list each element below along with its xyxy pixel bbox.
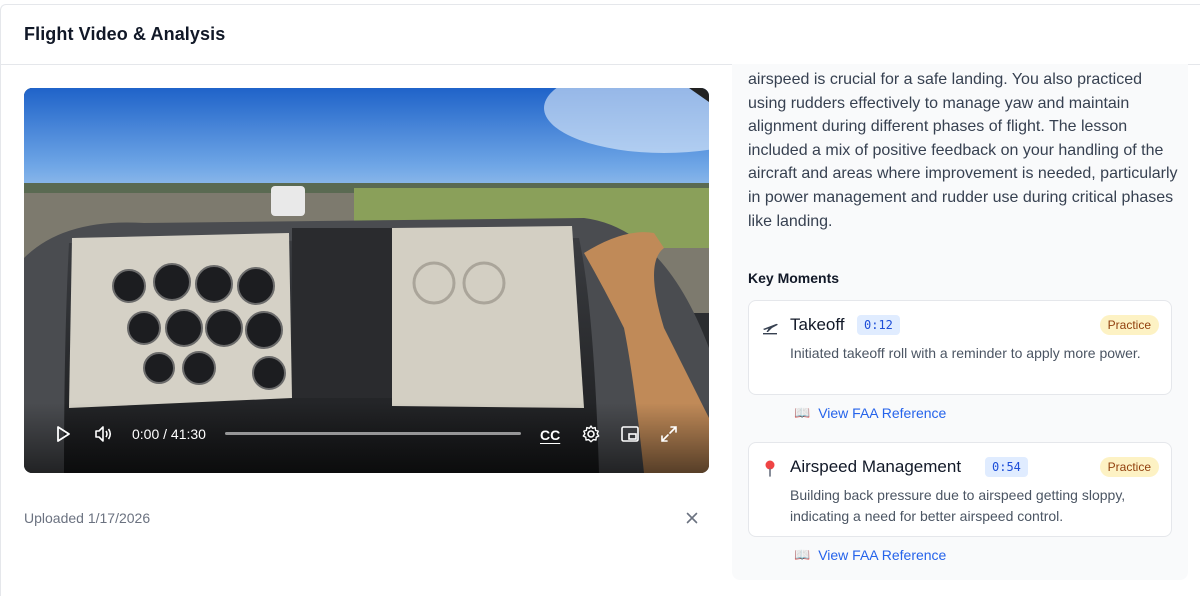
moment-timestamp[interactable]: 0:12	[857, 315, 900, 335]
key-moment-card[interactable]: Airspeed Management 0:54 Practice Buildi…	[748, 442, 1172, 537]
analysis-panel[interactable]: airspeed is crucial for a safe landing. …	[732, 64, 1188, 580]
moment-timestamp[interactable]: 0:54	[985, 457, 1028, 477]
pushpin-icon	[761, 459, 779, 477]
key-moments-heading: Key Moments	[748, 270, 840, 286]
moment-description: Initiated takeoff roll with a reminder t…	[790, 345, 1141, 361]
card-header: Flight Video & Analysis	[1, 5, 1200, 65]
fullscreen-icon[interactable]	[658, 423, 680, 445]
status-badge: Practice	[1099, 315, 1159, 335]
moment-description: Building back pressure due to airspeed g…	[790, 487, 1126, 524]
faa-reference-link[interactable]: 📖 View FAA Reference	[794, 403, 946, 423]
settings-icon[interactable]	[580, 423, 602, 445]
moment-title: Airspeed Management	[790, 457, 962, 476]
faa-reference-link-label: View FAA Reference	[818, 547, 947, 563]
key-moment-card[interactable]: Takeoff 0:12 Practice Initiated takeoff …	[748, 300, 1172, 395]
page-title: Flight Video & Analysis	[24, 24, 226, 44]
faa-reference-link[interactable]: 📖 View FAA Reference	[794, 545, 946, 565]
play-icon[interactable]	[52, 423, 74, 445]
volume-icon[interactable]	[92, 423, 114, 445]
video-time-display: 0:00 / 41:30	[132, 426, 206, 442]
faa-reference-link-label: View FAA Reference	[818, 405, 947, 421]
airplane-takeoff-icon	[761, 317, 779, 335]
moment-title: Takeoff	[790, 315, 845, 334]
uploaded-date: Uploaded 1/17/2026	[24, 510, 151, 526]
status-badge: Practice	[1099, 457, 1159, 477]
close-icon[interactable]	[684, 510, 700, 526]
picture-in-picture-icon[interactable]	[619, 423, 641, 445]
book-icon: 📖	[794, 405, 811, 420]
book-icon: 📖	[794, 547, 811, 562]
video-player[interactable]: 0:00 / 41:30 CC	[24, 88, 709, 473]
lesson-summary: airspeed is crucial for a safe landing. …	[748, 71, 1178, 230]
video-controls-bar: 0:00 / 41:30 CC	[24, 403, 709, 473]
video-progress-bar[interactable]	[225, 432, 521, 435]
captions-icon[interactable]: CC	[540, 427, 560, 443]
